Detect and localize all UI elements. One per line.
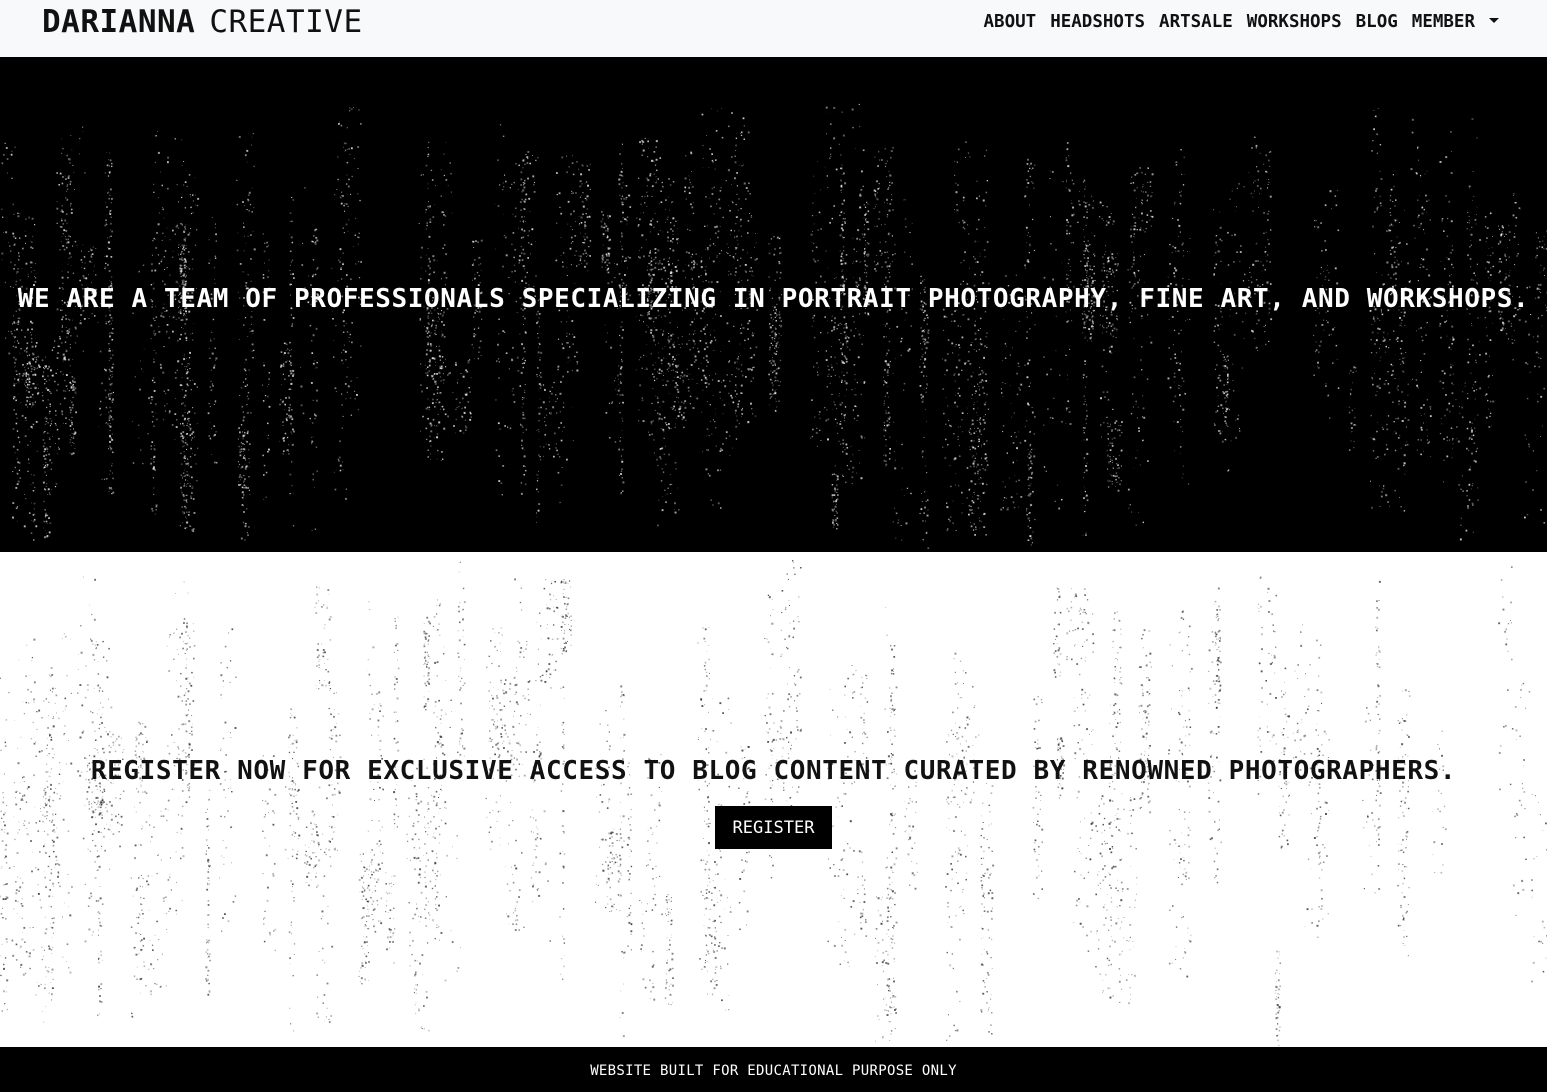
brand-name-light: CREATIVE <box>209 4 363 40</box>
nav-item-headshots[interactable]: HEADSHOTS <box>1050 10 1145 34</box>
main-nav: ABOUT HEADSHOTS ARTSALE WORKSHOPS BLOG M… <box>984 10 1499 34</box>
brand-name-strong: DARIANNA <box>42 4 196 40</box>
nav-item-member-dropdown[interactable]: MEMBER <box>1412 10 1499 34</box>
nav-item-blog[interactable]: BLOG <box>1356 10 1398 34</box>
nav-item-workshops[interactable]: WORKSHOPS <box>1247 10 1342 34</box>
register-button[interactable]: REGISTER <box>715 806 832 849</box>
register-message: REGISTER NOW FOR EXCLUSIVE ACCESS TO BLO… <box>90 756 1457 786</box>
nav-item-about[interactable]: ABOUT <box>984 10 1037 34</box>
footer: WEBSITE BUILT FOR EDUCATIONAL PURPOSE ON… <box>0 1047 1547 1092</box>
chevron-down-icon <box>1489 17 1499 23</box>
hero-section: WE ARE A TEAM OF PROFESSIONALS SPECIALIZ… <box>0 57 1547 552</box>
grunge-texture-light <box>0 560 1547 1046</box>
nav-item-member-label: MEMBER <box>1411 12 1475 32</box>
brand-logo[interactable]: DARIANNA CREATIVE <box>42 3 363 41</box>
footer-text: WEBSITE BUILT FOR EDUCATIONAL PURPOSE ON… <box>590 1063 957 1079</box>
navbar: DARIANNA CREATIVE ABOUT HEADSHOTS ARTSALE… <box>0 0 1547 57</box>
nav-item-artsale[interactable]: ARTSALE <box>1159 10 1233 34</box>
register-section: REGISTER NOW FOR EXCLUSIVE ACCESS TO BLO… <box>0 552 1547 1047</box>
hero-tagline: WE ARE A TEAM OF PROFESSIONALS SPECIALIZ… <box>17 284 1530 314</box>
